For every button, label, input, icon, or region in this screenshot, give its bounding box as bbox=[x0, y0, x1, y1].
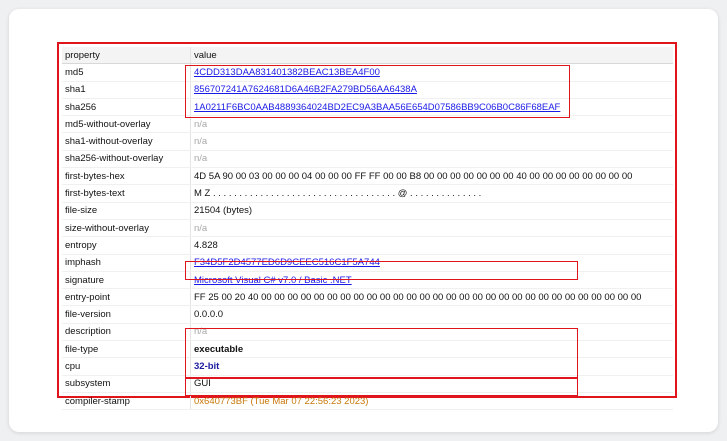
property-cell: subsystem bbox=[62, 375, 191, 393]
table-row[interactable]: entry-point FF 25 00 20 40 00 00 00 00 00… bbox=[62, 288, 673, 307]
property-cell: entry-point bbox=[62, 288, 191, 307]
property-cell: description bbox=[62, 323, 191, 342]
property-cell: sha1 bbox=[62, 81, 191, 99]
value-cell: 4D 5A 90 00 03 00 00 00 04 00 00 00 FF F… bbox=[190, 167, 673, 186]
table-row[interactable]: first-bytes-text M Z . . . . . . . . . . … bbox=[62, 184, 673, 203]
property-cell: file-version bbox=[62, 305, 191, 324]
property-cell: md5-without-overlay bbox=[62, 115, 191, 134]
table-row[interactable]: description n/a bbox=[62, 323, 673, 342]
table-row[interactable]: sha256-without-overlay n/a bbox=[62, 150, 673, 169]
value-text: 0.0.0.0 bbox=[194, 309, 224, 321]
properties-panel: property value md5 4CDD313DAA831401382BEA… bbox=[57, 42, 677, 411]
property-cell: sha256-without-overlay bbox=[62, 150, 191, 169]
value-cell: executable bbox=[190, 340, 673, 359]
value-text: 32-bit bbox=[194, 360, 220, 372]
property-cell: sha1-without-overlay bbox=[62, 132, 191, 151]
table-row[interactable]: md5-without-overlay n/a bbox=[62, 115, 673, 134]
value-text: 0x640773BF (Tue Mar 07 22:56:23 2023) bbox=[194, 395, 369, 407]
table-row[interactable]: sha1-without-overlay n/a bbox=[62, 132, 673, 151]
table-row[interactable]: first-bytes-hex 4D 5A 90 00 03 00 00 00 0… bbox=[62, 167, 673, 186]
value-text: FF 25 00 20 40 00 00 00 00 00 00 00 00 0… bbox=[194, 291, 642, 303]
table-row[interactable]: compiler-stamp 0x640773BF (Tue Mar 07 22:… bbox=[62, 392, 673, 411]
table-row[interactable]: signature Microsoft Visual C# v7.0 / Basi… bbox=[62, 271, 673, 290]
table-row[interactable]: subsystem GUI bbox=[62, 375, 673, 393]
value-cell[interactable]: Microsoft Visual C# v7.0 / Basic .NET bbox=[190, 271, 673, 290]
property-cell: cpu bbox=[62, 357, 191, 376]
value-cell: M Z . . . . . . . . . . . . . . . . . . … bbox=[190, 184, 673, 203]
value-text: n/a bbox=[194, 118, 208, 130]
value-cell: 21504 (bytes) bbox=[190, 202, 673, 220]
value-text: 21504 (bytes) bbox=[194, 205, 253, 217]
value-cell[interactable]: 4CDD313DAA831401382BEAC13BEA4F00 bbox=[190, 63, 673, 82]
properties-table: property value md5 4CDD313DAA831401382BEA… bbox=[62, 47, 673, 411]
value-text: n/a bbox=[194, 326, 208, 338]
table-row[interactable]: file-size 21504 (bytes) bbox=[62, 202, 673, 220]
value-cell: 0x640773BF (Tue Mar 07 22:56:23 2023) bbox=[190, 392, 673, 411]
value-text: executable bbox=[194, 343, 244, 355]
value-link[interactable]: F34D5F2D4577ED6D9CEEC516C1F5A744 bbox=[194, 257, 380, 268]
column-header-value[interactable]: value bbox=[190, 47, 673, 65]
table-row[interactable]: md5 4CDD313DAA831401382BEAC13BEA4F00 bbox=[62, 63, 673, 82]
value-cell: 4.828 bbox=[190, 236, 673, 255]
value-cell: GUI bbox=[190, 375, 673, 393]
property-cell: md5 bbox=[62, 63, 191, 82]
column-header-property[interactable]: property bbox=[62, 47, 191, 65]
property-cell: file-type bbox=[62, 340, 191, 359]
table-row[interactable]: entropy 4.828 bbox=[62, 236, 673, 255]
property-cell: entropy bbox=[62, 236, 191, 255]
property-cell: imphash bbox=[62, 254, 191, 272]
value-cell: n/a bbox=[190, 150, 673, 169]
value-cell: n/a bbox=[190, 132, 673, 151]
value-text: 4.828 bbox=[194, 239, 218, 251]
value-cell: 32-bit bbox=[190, 357, 673, 376]
value-text: 4D 5A 90 00 03 00 00 00 04 00 00 00 FF F… bbox=[194, 170, 633, 182]
property-cell: compiler-stamp bbox=[62, 392, 191, 411]
property-cell: size-without-overlay bbox=[62, 219, 191, 238]
value-cell: n/a bbox=[190, 115, 673, 134]
value-link[interactable]: 1A0211F6BC0AAB4889364024BD2EC9A3BAA56E65… bbox=[194, 102, 560, 113]
value-cell: FF 25 00 20 40 00 00 00 00 00 00 00 00 0… bbox=[190, 288, 673, 307]
value-cell[interactable]: 1A0211F6BC0AAB4889364024BD2EC9A3BAA56E65… bbox=[190, 98, 673, 117]
property-cell: first-bytes-hex bbox=[62, 167, 191, 186]
property-cell: file-size bbox=[62, 202, 191, 220]
value-cell[interactable]: 856707241A7624681D6A46B2FA279BD56AA6438A bbox=[190, 81, 673, 99]
table-row[interactable]: imphash F34D5F2D4577ED6D9CEEC516C1F5A744 bbox=[62, 254, 673, 272]
value-cell: n/a bbox=[190, 323, 673, 342]
table-row[interactable]: file-type executable bbox=[62, 340, 673, 359]
value-text: n/a bbox=[194, 222, 208, 234]
value-cell[interactable]: F34D5F2D4577ED6D9CEEC516C1F5A744 bbox=[190, 254, 673, 272]
table-row[interactable]: cpu 32-bit bbox=[62, 357, 673, 376]
table-row[interactable]: size-without-overlay n/a bbox=[62, 219, 673, 238]
value-text: M Z . . . . . . . . . . . . . . . . . . … bbox=[194, 188, 482, 200]
value-link[interactable]: Microsoft Visual C# v7.0 / Basic .NET bbox=[194, 275, 352, 286]
table-row[interactable]: sha1 856707241A7624681D6A46B2FA279BD56AA6… bbox=[62, 81, 673, 99]
property-cell: signature bbox=[62, 271, 191, 290]
value-text: GUI bbox=[194, 378, 211, 390]
value-cell: n/a bbox=[190, 219, 673, 238]
value-text: n/a bbox=[194, 153, 208, 165]
table-row[interactable]: file-version 0.0.0.0 bbox=[62, 305, 673, 324]
table-row[interactable]: sha256 1A0211F6BC0AAB4889364024BD2EC9A3BA… bbox=[62, 98, 673, 117]
value-cell: 0.0.0.0 bbox=[190, 305, 673, 324]
property-cell: sha256 bbox=[62, 98, 191, 117]
header-row: property value bbox=[62, 47, 673, 65]
property-cell: first-bytes-text bbox=[62, 184, 191, 203]
value-link[interactable]: 856707241A7624681D6A46B2FA279BD56AA6438A bbox=[194, 84, 417, 95]
value-link[interactable]: 4CDD313DAA831401382BEAC13BEA4F00 bbox=[194, 67, 380, 78]
value-text: n/a bbox=[194, 136, 208, 148]
